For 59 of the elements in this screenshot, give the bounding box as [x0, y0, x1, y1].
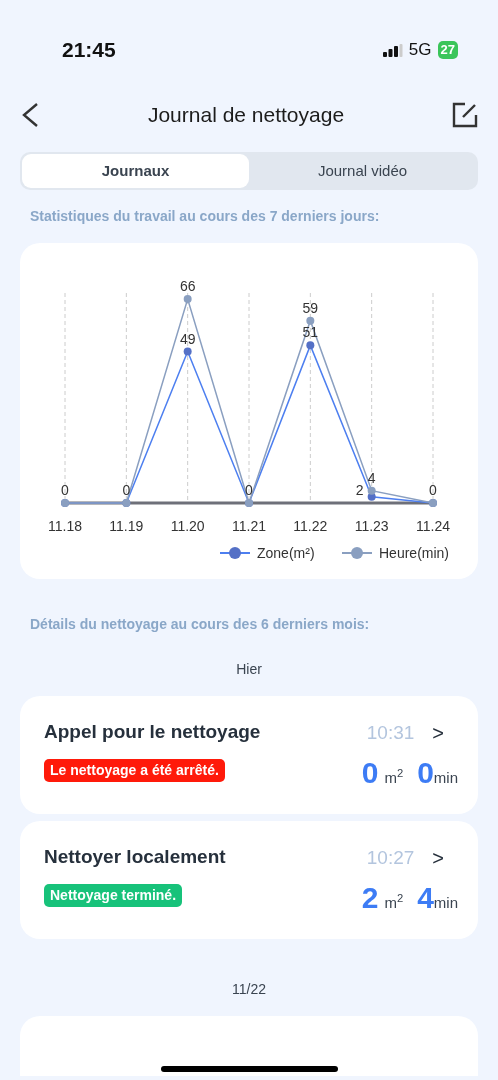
signal-icon [382, 43, 403, 57]
page-title: Journal de nettoyage [147, 102, 345, 129]
axis-label: 11.24 [416, 518, 450, 534]
entry-time: 10:27 [366, 845, 415, 870]
date-label: 11/22 [231, 980, 267, 999]
duration-unit: min [433, 894, 458, 913]
data-label: 49 [179, 330, 196, 347]
area-unit: m$^{2}$ [384, 892, 404, 913]
data-label: 0 [122, 482, 131, 498]
axis-label: 11.19 [109, 518, 144, 534]
axis-label: 11.18 [48, 518, 82, 534]
entry-time: 10:31 [366, 720, 415, 745]
legend-marker [341, 547, 373, 559]
tab[interactable]: Journaux [22, 154, 249, 188]
area-unit: m$^{2}$ [384, 767, 404, 788]
data-point [367, 492, 376, 501]
data-point [183, 347, 192, 356]
chevron[interactable]: > [432, 843, 444, 873]
legend-marker [219, 547, 251, 559]
entry-card[interactable] [20, 1016, 478, 1076]
status-tag: Le nettoyage a été arrêté. [44, 758, 225, 782]
data-label: 51 [302, 324, 319, 341]
back-icon[interactable] [20, 102, 40, 128]
section-heading: Statistiques du travail au cours des 7 derniers jours: [29, 207, 381, 226]
data-label: 0 [61, 482, 69, 498]
axis-label: 11.21 [232, 518, 266, 534]
axis-label: 11.23 [354, 518, 389, 534]
chevron[interactable]: > [432, 718, 444, 748]
axis-label: 11.22 [293, 518, 328, 534]
network-label: 5G [408, 39, 432, 62]
section-heading: Détails du nettoyage au cours des 6 derniers mois: [29, 615, 371, 634]
duration-value: 0 [417, 758, 434, 788]
data-label: 0 [429, 482, 437, 498]
tab[interactable]: Journal vidéo [249, 154, 476, 188]
area-value: 2 [361, 883, 379, 913]
entry-card[interactable]: Nettoyer localement Nettoyage terminé. 10:27 > 2 m$^{2}$ 4min [20, 821, 478, 939]
status-time: 21:45 [62, 37, 116, 64]
duration-unit: min [433, 769, 458, 788]
area-value: 0 [361, 758, 379, 788]
battery-level: 27 [437, 41, 458, 59]
status-tag: Nettoyage terminé. [44, 883, 183, 907]
data-point [367, 486, 376, 495]
edit-icon[interactable] [452, 102, 478, 128]
data-label: 2 [355, 481, 364, 498]
duration-value: 4 [417, 883, 434, 913]
data-label: 0 [245, 482, 253, 498]
entry-title: Nettoyer localement [44, 845, 226, 869]
data-label: 66 [179, 278, 196, 294]
legend-label: Zone(m²) [257, 545, 315, 561]
data-label: 59 [302, 299, 319, 316]
axis-label: 11.20 [170, 518, 205, 534]
data-point [183, 295, 192, 303]
data-point [306, 341, 315, 350]
data-label: 4 [367, 469, 376, 486]
data-point [306, 316, 315, 325]
entry-card[interactable]: Appel pour le nettoyage Le nettoyage a été arrêté. 10:31 > 0 m$^{2}$ 0min [20, 696, 478, 814]
date-label: Hier [235, 660, 263, 679]
entry-title: Appel pour le nettoyage [44, 720, 261, 744]
legend-label: Heure(min) [379, 545, 449, 561]
